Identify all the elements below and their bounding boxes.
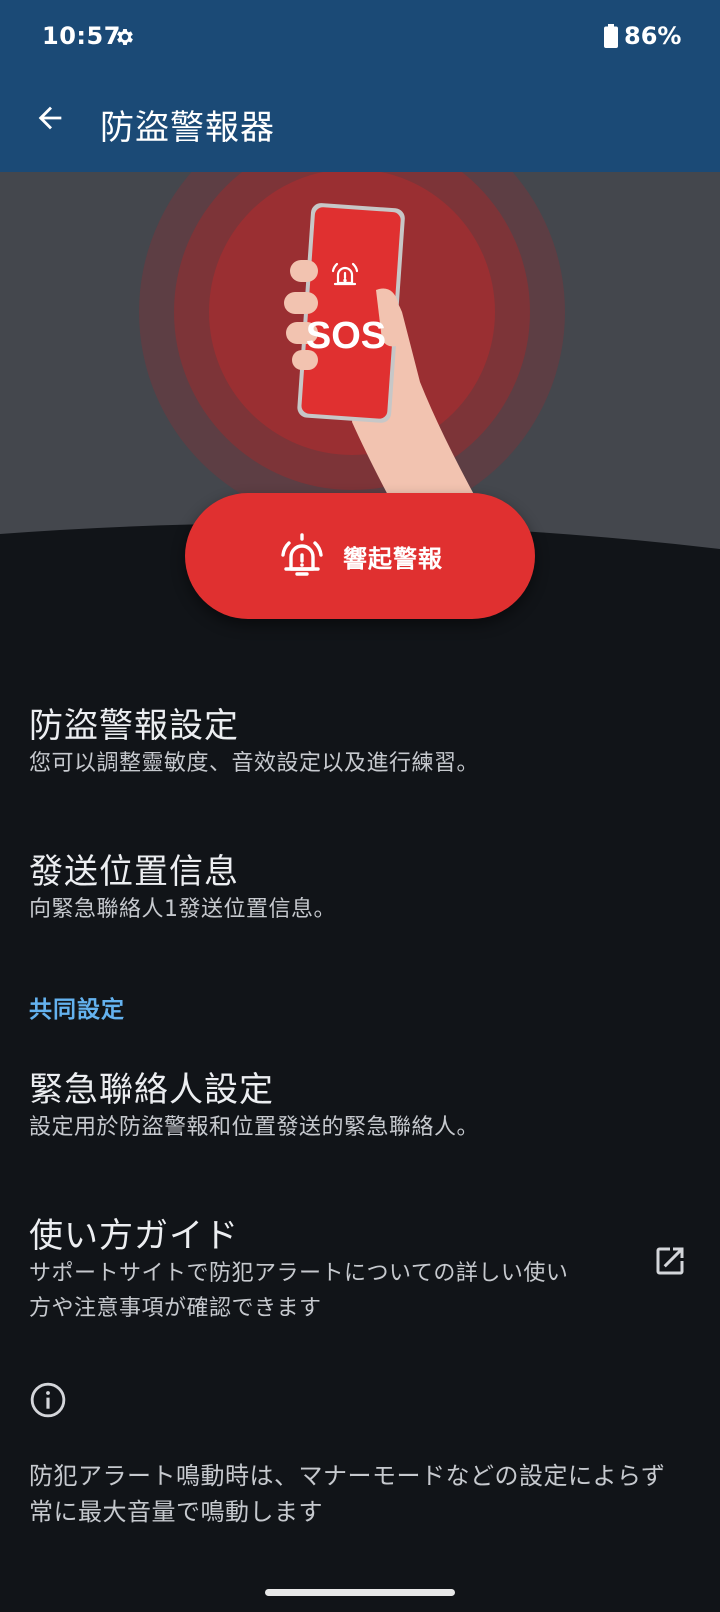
status-bar: 10:57 86% bbox=[0, 0, 720, 72]
phone-sos-text: SOS bbox=[306, 315, 386, 357]
item-title: 發送位置信息 bbox=[29, 852, 239, 892]
status-time: 10:57 bbox=[42, 22, 121, 50]
battery-icon bbox=[604, 24, 618, 48]
home-indicator[interactable] bbox=[265, 1589, 455, 1596]
theft-alarm-settings-item[interactable]: 防盜警報設定 您可以調整靈敏度、音效設定以及進行練習。 bbox=[0, 690, 720, 790]
item-description: 您可以調整靈敏度、音效設定以及進行練習。 bbox=[29, 751, 480, 776]
info-icon bbox=[30, 1382, 66, 1418]
emergency-contact-settings-item[interactable]: 緊急聯絡人設定 設定用於防盜警報和位置發送的緊急聯絡人。 bbox=[0, 1054, 720, 1154]
sound-alarm-label: 響起警報 bbox=[343, 544, 443, 573]
item-description-line-1: サポートサイトで防犯アラートについての詳しい使い bbox=[29, 1261, 569, 1286]
battery-percent: 86% bbox=[624, 22, 682, 50]
send-location-item[interactable]: 發送位置信息 向緊急聯絡人1發送位置信息。 bbox=[0, 836, 720, 936]
sound-alarm-button[interactable]: 響起警報 bbox=[185, 493, 535, 619]
arrow-left-icon bbox=[38, 106, 62, 130]
item-title: 使い方ガイド bbox=[29, 1216, 239, 1256]
app-bar: 防盜警報器 bbox=[0, 72, 720, 172]
item-description-line-2: 方や注意事項が確認できます bbox=[29, 1296, 322, 1321]
info-note: 防犯アラート鳴動時は、マナーモードなどの設定によらず 常に最大音量で鳴動します bbox=[29, 1458, 666, 1530]
alarm-bell-icon bbox=[281, 533, 323, 576]
gear-icon bbox=[117, 29, 133, 45]
usage-guide-item[interactable]: 使い方ガイド サポートサイトで防犯アラートについての詳しい使い 方や注意事項が確… bbox=[0, 1200, 720, 1330]
item-description: 向緊急聯絡人1發送位置信息。 bbox=[29, 897, 336, 922]
back-button[interactable] bbox=[26, 94, 74, 142]
info-note-line-1: 防犯アラート鳴動時は、マナーモードなどの設定によらず bbox=[29, 1462, 666, 1490]
page-title: 防盜警報器 bbox=[100, 108, 275, 148]
info-note-line-2: 常に最大音量で鳴動します bbox=[29, 1498, 323, 1526]
section-header-common: 共同設定 bbox=[29, 997, 125, 1023]
item-description: 設定用於防盜警報和位置發送的緊急聯絡人。 bbox=[29, 1115, 480, 1140]
item-title: 防盜警報設定 bbox=[29, 706, 239, 746]
item-title: 緊急聯絡人設定 bbox=[29, 1070, 274, 1110]
open-external-icon[interactable] bbox=[652, 1243, 688, 1279]
